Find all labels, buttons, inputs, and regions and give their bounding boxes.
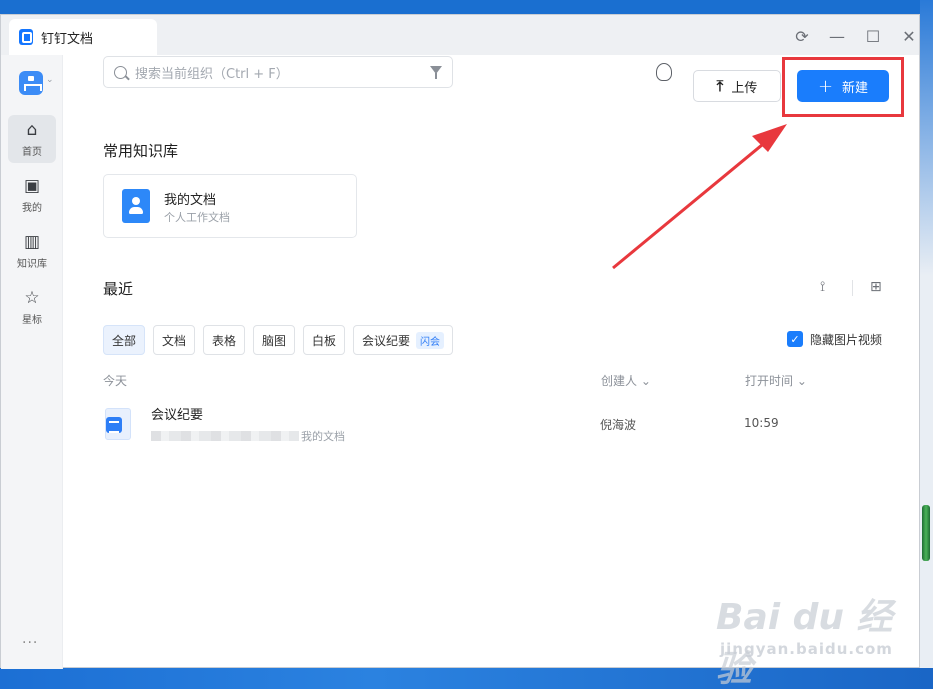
filter-chip-meeting[interactable]: 会议纪要 闪会 — [353, 325, 453, 355]
chip-label: 文档 — [161, 333, 186, 348]
sidebar-item-starred[interactable]: ☆ 星标 — [8, 283, 56, 331]
hide-media-checkbox[interactable]: ✓ — [787, 331, 803, 347]
baidu-watermark-url: jingyan.baidu.com — [720, 640, 893, 658]
my-doc-icon: ▣ — [23, 176, 41, 196]
sidebar-item-label: 我的 — [22, 203, 42, 214]
more-icon[interactable]: ··· — [22, 635, 38, 651]
sidebar: ⌄ ⌂ 首页 ▣ 我的 ▥ 知识库 ☆ 星标 ··· — [1, 55, 63, 669]
personal-doc-icon — [122, 189, 150, 223]
sidebar-item-label: 首页 — [22, 147, 42, 158]
row-time: 10:59 — [744, 416, 779, 430]
chevron-down-icon: ⌄ — [637, 374, 651, 388]
row-title: 会议纪要 — [151, 408, 204, 423]
sidebar-item-home[interactable]: ⌂ 首页 — [8, 115, 56, 163]
desktop-background-right — [920, 0, 933, 689]
column-opened-label: 打开时间 — [745, 374, 794, 388]
upload-icon: ⤒ — [716, 77, 724, 95]
annotation-highlight-box — [782, 57, 904, 117]
grid-view-icon[interactable]: ⊞ — [870, 279, 882, 295]
chip-label: 全部 — [111, 333, 136, 348]
sidebar-item-label: 知识库 — [17, 259, 47, 270]
background-scrollbar — [922, 505, 930, 561]
dingtalk-doc-logo-icon — [19, 29, 33, 45]
column-creator-label: 创建人 — [601, 374, 638, 388]
divider — [852, 280, 853, 296]
title-bar: 钉钉文档 ⟳ — ☐ ✕ — [1, 15, 919, 55]
row-creator: 倪海波 — [600, 418, 637, 432]
sidebar-item-mine[interactable]: ▣ 我的 — [8, 171, 56, 219]
row-path: 我的文档 — [151, 428, 345, 444]
star-icon: ☆ — [24, 288, 40, 308]
row-path-suffix: 我的文档 — [301, 430, 345, 443]
filter-icon[interactable] — [430, 66, 442, 79]
knowledge-card-desc: 个人工作文档 — [164, 211, 230, 224]
column-opened-time[interactable]: 打开时间 ⌄ — [745, 372, 807, 389]
chevron-down-icon[interactable]: ⌄ — [46, 75, 54, 85]
column-creator[interactable]: 创建人 ⌄ — [601, 372, 651, 389]
home-icon: ⌂ — [26, 120, 38, 140]
chevron-down-icon: ⌄ — [793, 374, 807, 388]
upload-button[interactable]: ⤒ 上传 — [693, 70, 781, 102]
flash-meeting-badge: 闪会 — [416, 331, 444, 349]
chip-label: 白板 — [311, 333, 336, 348]
chip-label: 脑图 — [261, 333, 286, 348]
knowledge-card-name: 我的文档 — [164, 193, 217, 208]
chip-label: 表格 — [211, 333, 236, 348]
sidebar-item-label: 星标 — [22, 315, 42, 326]
filter-chip-all[interactable]: 全部 — [103, 325, 145, 355]
app-tab[interactable]: 钉钉文档 — [9, 19, 157, 55]
knowledge-section-title: 常用知识库 — [103, 142, 179, 160]
lightbulb-icon[interactable] — [656, 63, 672, 81]
filter-chip-mindmap[interactable]: 脑图 — [253, 325, 295, 355]
knowledge-card[interactable]: 我的文档 个人工作文档 — [103, 174, 357, 238]
hide-media-label: 隐藏图片视频 — [810, 333, 883, 347]
sidebar-item-knowledge[interactable]: ▥ 知识库 — [8, 227, 56, 275]
search-input[interactable]: 搜索当前组织（Ctrl + F） — [103, 56, 453, 88]
book-icon: ▥ — [23, 232, 41, 252]
redacted-path — [151, 431, 299, 441]
group-label-today: 今天 — [103, 374, 128, 388]
recent-section-title: 最近 — [103, 280, 134, 298]
search-placeholder: 搜索当前组织（Ctrl + F） — [135, 66, 289, 82]
taskbar-edge — [0, 668, 933, 689]
close-icon[interactable]: ✕ — [898, 25, 920, 47]
upload-label: 上传 — [731, 80, 758, 96]
org-switcher-icon[interactable] — [19, 71, 43, 95]
filter-chip-whiteboard[interactable]: 白板 — [303, 325, 345, 355]
document-icon — [105, 408, 131, 440]
minimize-icon[interactable]: — — [826, 25, 848, 47]
filter-chip-sheet[interactable]: 表格 — [203, 325, 245, 355]
filter-chip-doc[interactable]: 文档 — [153, 325, 195, 355]
chip-label: 会议纪要 — [361, 333, 410, 348]
search-icon — [114, 65, 127, 79]
sync-icon[interactable]: ⟳ — [791, 25, 813, 47]
table-row[interactable]: 会议纪要 我的文档 倪海波 10:59 — [103, 400, 889, 450]
maximize-icon[interactable]: ☐ — [862, 25, 884, 47]
tree-view-icon[interactable]: ⟟ — [820, 279, 825, 295]
tab-title: 钉钉文档 — [41, 31, 94, 47]
